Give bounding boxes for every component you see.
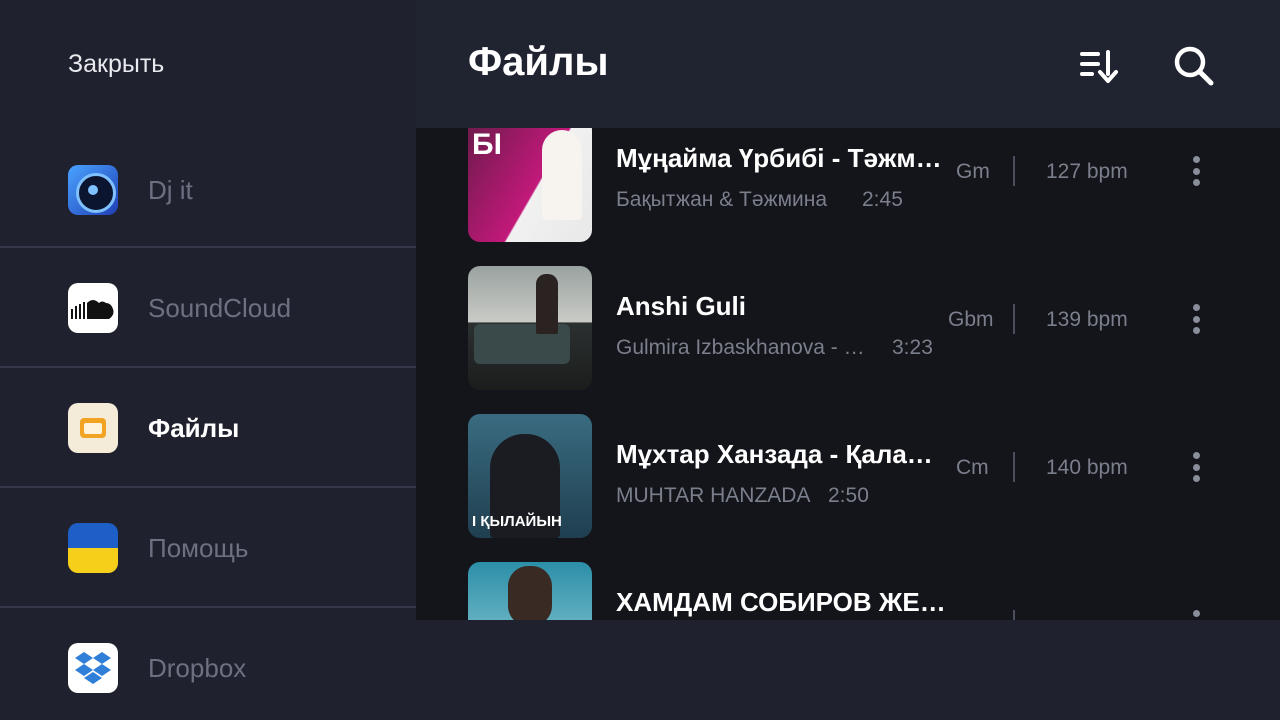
- more-options-icon[interactable]: [1192, 156, 1200, 186]
- track-title: Мұңайма Үрбибі - Тәжм…: [616, 143, 942, 173]
- track-artist: MUHTAR HANZADA: [616, 484, 811, 507]
- separator: [1013, 156, 1015, 186]
- track-title: Anshi Guli: [616, 291, 746, 321]
- soundcloud-icon: [68, 283, 118, 333]
- track-duration: 3:23: [892, 336, 933, 359]
- track-title: ХАМДАМ СОБИРОВ ЖЕ…: [616, 587, 946, 617]
- track-row[interactable]: Anshi Guli Gulmira Izbaskhanova - … 3:23…: [416, 266, 1280, 414]
- sidebar: Закрыть Dj it SoundCloud Файлы Помощь Dr…: [0, 0, 416, 720]
- track-bpm: 127 bpm: [1046, 160, 1128, 183]
- more-options-icon[interactable]: [1192, 452, 1200, 482]
- track-title: Мұхтар Ханзада - Қала…: [616, 439, 933, 469]
- dropbox-icon: [68, 643, 118, 693]
- track-artist: Бақытжан & Тәжмина: [616, 188, 828, 211]
- track-row[interactable]: І ҚЫЛАЙЫН Мұхтар Ханзада - Қала… MUHTAR …: [416, 414, 1280, 562]
- sidebar-item-label: Dropbox: [148, 652, 247, 683]
- close-button[interactable]: Закрыть: [68, 50, 164, 79]
- sidebar-item-soundcloud[interactable]: SoundCloud: [0, 248, 416, 368]
- track-duration: 2:45: [862, 188, 903, 211]
- sort-icon: [1080, 50, 1118, 83]
- sidebar-item-label: Помощь: [148, 532, 249, 563]
- sidebar-item-label: Файлы: [148, 412, 240, 443]
- track-key: Gbm: [948, 308, 994, 331]
- album-cover: [468, 562, 592, 620]
- sidebar-item-files[interactable]: Файлы: [0, 368, 416, 488]
- sort-button[interactable]: [1076, 44, 1120, 88]
- track-artist: Gulmira Izbaskhanova - …: [616, 336, 865, 359]
- sidebar-item-djit[interactable]: Dj it: [0, 130, 416, 250]
- track-bpm: 139 bpm: [1046, 308, 1128, 331]
- track-list[interactable]: БІ Мұңайма Үрбибі - Тәжм… Бақытжан & Тәж…: [416, 128, 1280, 620]
- track-duration: 2:50: [828, 484, 869, 507]
- sidebar-item-dropbox[interactable]: Dropbox: [0, 608, 416, 720]
- separator: [1013, 304, 1015, 334]
- more-options-icon[interactable]: [1192, 610, 1200, 620]
- track-row[interactable]: ХАМДАМ СОБИРОВ ЖЕ…: [416, 562, 1280, 620]
- header: Файлы: [416, 0, 1280, 128]
- page-title: Файлы: [468, 40, 609, 84]
- cover-text: І ҚЫЛАЙЫН: [472, 513, 562, 530]
- more-options-icon[interactable]: [1192, 304, 1200, 334]
- sidebar-item-help[interactable]: Помощь: [0, 488, 416, 608]
- album-cover: [468, 266, 592, 390]
- track-key: Gm: [956, 160, 990, 183]
- separator: [1013, 452, 1015, 482]
- search-button[interactable]: [1172, 44, 1216, 88]
- separator: [1013, 610, 1015, 620]
- track-row[interactable]: БІ Мұңайма Үрбибі - Тәжм… Бақытжан & Тәж…: [416, 128, 1280, 266]
- track-bpm: 140 bpm: [1046, 456, 1128, 479]
- search-icon: [1174, 46, 1214, 86]
- album-cover: БІ: [468, 128, 592, 242]
- files-folder-icon: [68, 403, 118, 453]
- djit-app-icon: [68, 165, 118, 215]
- cover-text: БІ: [472, 128, 502, 161]
- ukraine-flag-icon: [68, 523, 118, 573]
- sidebar-item-label: Dj it: [148, 174, 193, 205]
- album-cover: І ҚЫЛАЙЫН: [468, 414, 592, 538]
- sidebar-item-label: SoundCloud: [148, 292, 292, 323]
- track-key: Cm: [956, 456, 989, 479]
